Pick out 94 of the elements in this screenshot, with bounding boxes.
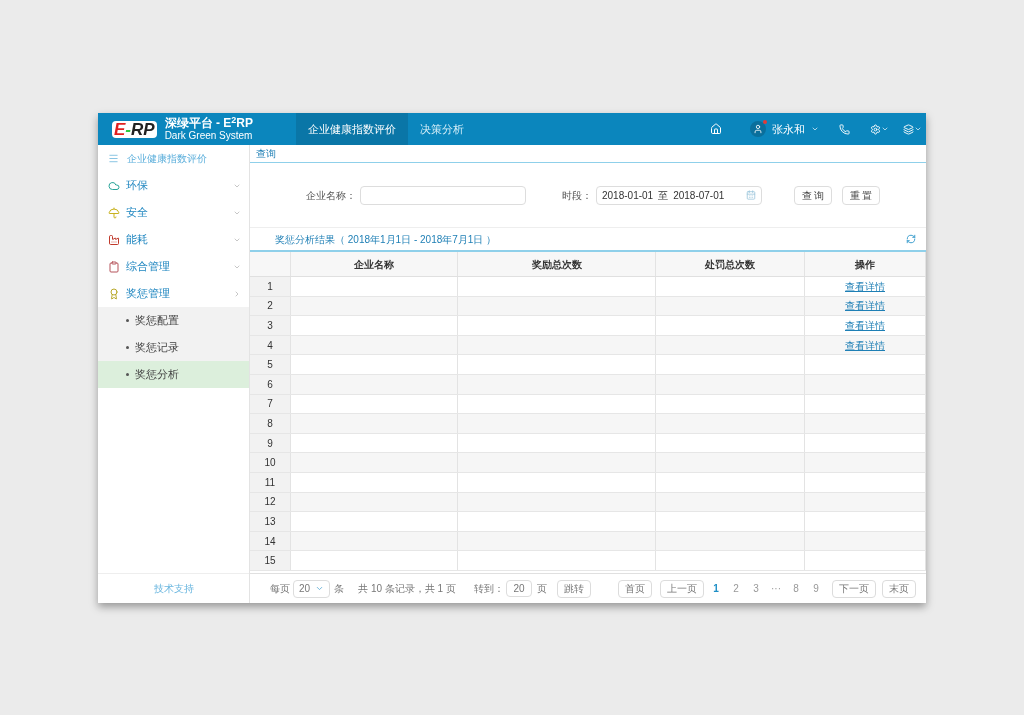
sidebar-item[interactable]: 综合管理 — [98, 253, 249, 280]
row-number: 4 — [267, 338, 273, 353]
phone-icon[interactable] — [839, 123, 850, 135]
results-title: 奖惩分析结果（ 2018年1月1日 - 2018年7月1日 ） — [275, 232, 498, 247]
user-name[interactable]: 张永和 — [772, 120, 805, 138]
last-page-button[interactable]: 末页 — [882, 579, 916, 598]
details-link[interactable]: 查看详情 — [845, 298, 885, 314]
caret-icon[interactable] — [881, 125, 889, 133]
factory-icon — [108, 233, 120, 246]
caret-icon — [315, 584, 325, 593]
row-number: 2 — [267, 299, 273, 314]
home-icon[interactable] — [710, 123, 722, 135]
details-link[interactable]: 查看详情 — [845, 337, 885, 353]
search-button[interactable]: 查 询 — [794, 185, 832, 205]
cloud-icon — [108, 179, 120, 192]
submenu-item[interactable]: 奖惩配置 — [98, 307, 249, 334]
app-title: 深绿平台 - E$^{2}$RP — [164, 117, 253, 129]
submenu-label: 奖惩分析 — [135, 367, 179, 383]
bullet-icon — [126, 346, 129, 349]
sidebar-label: 奖惩管理 — [126, 286, 171, 302]
clipboard-icon — [108, 260, 120, 273]
row-number: 9 — [267, 436, 273, 451]
user-avatar[interactable] — [750, 121, 766, 137]
per-page-unit: 条 — [334, 582, 345, 596]
caret-icon[interactable] — [811, 125, 819, 133]
query-tab[interactable]: 查询 — [256, 146, 276, 161]
per-page-label: 每页 — [270, 582, 290, 596]
medal-icon — [108, 287, 120, 300]
sidebar-label: 能耗 — [126, 232, 149, 248]
row-number: 11 — [264, 475, 276, 490]
next-page-button[interactable]: 下一页 — [832, 579, 876, 598]
sidebar-heading: 企业健康指数评价 — [127, 152, 207, 166]
goto-field[interactable]: 20 — [505, 580, 532, 597]
calendar-icon[interactable] — [746, 190, 756, 200]
logo: E-RP — [112, 120, 157, 138]
column-header: 奖励总次数 — [531, 257, 582, 272]
goto-button[interactable]: 跳转 — [556, 579, 591, 598]
bullet-icon — [126, 319, 129, 322]
row-number: 5 — [267, 358, 273, 373]
chevron-icon — [233, 289, 241, 298]
page-number[interactable]: ··· — [768, 581, 784, 596]
row-number: 12 — [264, 495, 276, 510]
details-link[interactable]: 查看详情 — [845, 318, 885, 333]
menu-icon[interactable] — [108, 153, 119, 164]
row-number: 7 — [267, 397, 273, 412]
submenu-label: 奖惩配置 — [135, 313, 179, 329]
row-number: 15 — [264, 554, 276, 569]
record-summary: 共 10 条记录，共 1 页 — [358, 582, 456, 596]
row-number: 3 — [267, 319, 273, 333]
submenu-item[interactable]: 奖惩分析 — [98, 361, 249, 388]
sidebar-item[interactable]: 奖惩管理 — [98, 280, 249, 307]
sidebar-label: 综合管理 — [126, 259, 171, 275]
row-number: 8 — [267, 416, 273, 431]
caret-icon[interactable] — [914, 125, 922, 133]
refresh-icon[interactable] — [906, 234, 916, 244]
sidebar-label: 环保 — [126, 178, 149, 194]
submenu-label: 奖惩记录 — [135, 340, 179, 356]
goto-label: 转到： — [473, 582, 504, 596]
goto-unit: 页 — [536, 582, 547, 596]
per-page-select[interactable]: 20 — [293, 579, 331, 598]
field-label: 企业名称： — [306, 188, 356, 203]
row-number: 13 — [264, 514, 276, 529]
page-number[interactable]: 8 — [788, 581, 804, 596]
row-number: 6 — [267, 377, 273, 392]
first-page-button[interactable]: 首页 — [618, 579, 652, 598]
footer-text: 技术支持 — [153, 582, 194, 596]
company-field[interactable] — [360, 185, 526, 205]
row-number: 1 — [267, 279, 273, 294]
reset-button[interactable]: 重 置 — [842, 185, 880, 205]
app-subtitle: Dark Green System — [164, 131, 253, 141]
page-number[interactable]: 1 — [708, 581, 724, 596]
sidebar-item[interactable]: 能耗 — [98, 226, 249, 253]
settings-icon[interactable] — [870, 123, 881, 135]
nav-tab[interactable]: 企业健康指数评价 — [296, 113, 408, 145]
umbrella-icon — [108, 206, 120, 219]
column-header: 企业名称 — [354, 257, 394, 272]
page-number[interactable]: 3 — [748, 581, 764, 596]
row-number: 14 — [264, 534, 276, 549]
sidebar-label: 安全 — [126, 205, 149, 221]
nav-tab[interactable]: 决策分析 — [408, 113, 476, 145]
row-number: 10 — [264, 456, 276, 471]
column-header: 操作 — [855, 257, 875, 272]
details-link[interactable]: 查看详情 — [845, 278, 885, 294]
prev-page-button[interactable]: 上一页 — [660, 579, 704, 598]
date-range-field[interactable]: 2018-01-01 至 2018-07-01 — [596, 185, 762, 205]
field-label: 时段： — [562, 188, 592, 203]
page-number[interactable]: 2 — [728, 581, 744, 596]
page-number[interactable]: 9 — [808, 581, 824, 596]
layers-icon[interactable] — [903, 123, 914, 135]
column-header: 处罚总次数 — [705, 257, 755, 272]
bullet-icon — [126, 373, 129, 376]
sidebar-item[interactable]: 环保 — [98, 172, 249, 199]
submenu-item[interactable]: 奖惩记录 — [98, 334, 249, 361]
sidebar-item[interactable]: 安全 — [98, 199, 249, 226]
